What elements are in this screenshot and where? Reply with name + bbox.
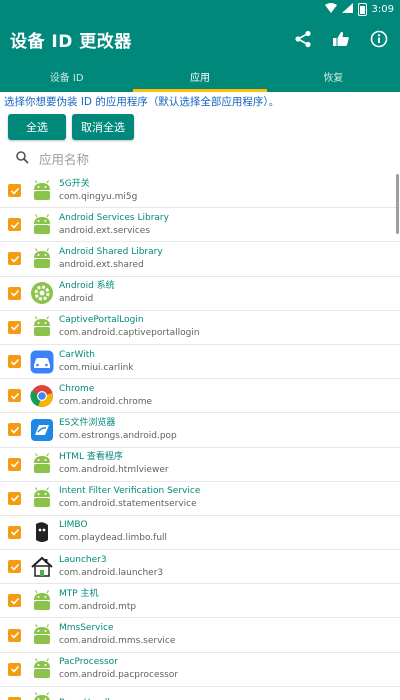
list-item[interactable]: ProxyHandler [0,687,400,700]
app-checkbox[interactable] [8,252,21,266]
list-item[interactable]: HTML 查看程序 com.android.htmlviewer [0,448,400,482]
tab-apps[interactable]: 应用 [133,60,267,92]
android-icon [29,178,55,204]
app-name: CaptivePortalLogin [59,315,144,326]
app-checkbox[interactable] [8,594,21,608]
select-all-button[interactable]: 全选 [8,114,66,140]
app-name: LIMBO [59,520,88,531]
app-checkbox[interactable] [8,389,21,403]
app-bar: 设备 ID 更改器 [0,18,400,60]
app-package: com.playdead.limbo.full [59,533,168,544]
chrome-icon [29,383,55,409]
scrollbar[interactable] [396,174,399,234]
app-checkbox[interactable] [8,286,21,300]
list-item[interactable]: ES文件浏览器 com.estrongs.android.pop [0,413,400,448]
app-title: 设备 ID 更改器 [10,31,132,52]
app-name: Intent Filter Verification Service [59,486,201,497]
app-package: com.android.mtp [59,601,137,612]
share-icon[interactable] [292,28,314,50]
app-checkbox[interactable] [8,457,21,471]
app-package: com.android.captiveportallogin [59,328,200,339]
app-name: Chrome [59,383,95,394]
signal-icon [341,2,353,16]
app-name: PacProcessor [59,657,118,668]
search-input[interactable]: 应用名称 [39,149,89,168]
android-icon [29,690,55,700]
list-item[interactable]: Android Services Library android.ext.serv… [0,208,400,243]
app-package: com.qingyu.mi5g [59,191,138,202]
es-file-icon [29,417,55,443]
list-item[interactable]: Launcher3 com.android.launcher3 [0,550,400,585]
android-icon [29,656,55,682]
list-item[interactable]: MmsService com.android.mms.service [0,618,400,653]
app-name: ES文件浏览器 [59,417,116,428]
android-icon [29,622,55,648]
android-icon [29,485,55,511]
app-list[interactable]: 5G开关 com.qingyu.mi5g Android Services Libr… [0,174,400,700]
info-icon[interactable] [368,28,390,50]
android-icon [29,212,55,238]
android-icon [29,246,55,272]
thumbs-up-icon[interactable] [330,28,352,50]
hint-text: 选择你想要伪装 ID 的应用程序（默认选择全部应用程序）。 [4,96,280,108]
list-item[interactable]: LIMBO com.playdead.limbo.full [0,516,400,551]
status-time: 3:09 [371,3,394,15]
app-checkbox[interactable] [8,491,21,505]
car-icon [29,349,55,375]
app-package: android.ext.shared [59,259,144,270]
list-item[interactable]: PacProcessor com.android.pacprocessor [0,653,400,687]
app-checkbox[interactable] [8,628,21,642]
list-item[interactable]: CarWith com.miui.carlink [0,345,400,380]
tab-restore[interactable]: 恢复 [267,60,400,92]
app-name: MmsService [59,623,114,634]
app-name: CarWith [59,349,95,360]
app-checkbox[interactable] [8,218,21,232]
list-item[interactable]: 5G开关 com.qingyu.mi5g [0,174,400,209]
app-checkbox[interactable] [8,423,21,437]
list-item[interactable]: MTP 主机 com.android.mtp [0,584,400,619]
app-package: com.android.launcher3 [59,567,164,578]
app-name: HTML 查看程序 [59,452,123,463]
app-package: android [59,294,94,305]
app-package: com.android.pacprocessor [59,670,179,681]
app-package: com.estrongs.android.pop [59,430,177,441]
app-checkbox[interactable] [8,355,21,369]
tab-device-id[interactable]: 设备 ID [0,60,133,92]
list-item[interactable]: Android Shared Library android.ext.shared [0,242,400,277]
battery-icon [357,2,367,16]
search-icon [16,149,29,168]
search-field[interactable]: 应用名称 [0,142,400,174]
android-icon [29,451,55,477]
tab-bar: 设备 ID 应用 恢复 [0,60,400,92]
app-name: Android Services Library [59,212,169,223]
wifi-icon [324,2,337,16]
app-package: com.android.statementservice [59,499,197,510]
app-name: Launcher3 [59,554,107,565]
app-name: 5G开关 [59,178,90,189]
list-item[interactable]: CaptivePortalLogin com.android.captivepor… [0,311,400,345]
list-item[interactable]: Chrome com.android.chrome [0,379,400,414]
app-package: com.android.chrome [59,396,153,407]
deselect-all-button[interactable]: 取消全选 [72,114,134,140]
app-name: MTP 主机 [59,588,99,599]
android-icon [29,588,55,614]
app-checkbox[interactable] [8,184,21,198]
app-package: android.ext.services [59,225,151,236]
app-checkbox[interactable] [8,525,21,539]
list-item[interactable]: Intent Filter Verification Service com.an… [0,482,400,516]
app-package: com.miui.carlink [59,362,134,373]
house-icon [29,554,55,580]
status-bar: 3:09 [0,0,400,18]
app-name: Android Shared Library [59,246,163,257]
app-package: com.android.htmlviewer [59,465,169,476]
settings-gear-icon [29,280,55,306]
app-package: com.android.mms.service [59,636,176,647]
app-checkbox[interactable] [8,320,21,334]
app-checkbox[interactable] [8,560,21,574]
android-icon [29,314,55,340]
app-name: Android 系统 [59,281,115,292]
app-checkbox[interactable] [8,662,21,676]
list-item[interactable]: Android 系统 android [0,277,400,311]
limbo-icon [29,519,55,545]
